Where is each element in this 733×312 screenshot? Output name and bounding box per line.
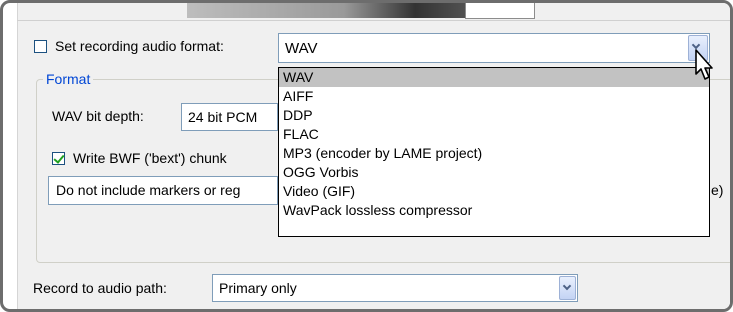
markers-right-fragment: e)	[711, 182, 724, 198]
set-format-checkbox[interactable]	[34, 40, 47, 53]
bwf-checkbox[interactable]	[52, 152, 65, 165]
dropdown-option[interactable]: WAV	[279, 68, 709, 87]
markers-value: Do not include markers or reg	[56, 182, 241, 198]
top-value-box[interactable]	[465, 3, 535, 19]
format-select[interactable]: WAV	[278, 33, 710, 63]
format-dropdown-list[interactable]: WAV AIFF DDP FLAC MP3 (encoder by LAME p…	[278, 67, 710, 237]
bwf-label: Write BWF ('bext') chunk	[73, 150, 227, 166]
dropdown-option[interactable]: DDP	[279, 106, 709, 125]
markers-select[interactable]: Do not include markers or reg	[48, 176, 278, 205]
dropdown-option[interactable]: AIFF	[279, 87, 709, 106]
bit-depth-label: WAV bit depth:	[52, 108, 144, 124]
record-path-label: Record to audio path:	[33, 280, 167, 296]
chevron-down-icon[interactable]	[559, 276, 576, 300]
dropdown-option[interactable]: OGG Vorbis	[279, 163, 709, 182]
format-select-value: WAV	[285, 40, 318, 57]
divider	[17, 20, 730, 21]
format-group-title: Format	[43, 71, 94, 87]
dropdown-option[interactable]: FLAC	[279, 125, 709, 144]
dropdown-option[interactable]: Video (GIF)	[279, 182, 709, 201]
record-path-select[interactable]: Primary only	[212, 274, 578, 302]
dialog-frame: Set recording audio format: WAV Format W…	[0, 0, 733, 312]
set-format-label: Set recording audio format:	[55, 38, 224, 54]
record-path-value: Primary only	[219, 280, 297, 296]
bit-depth-value: 24 bit PCM	[188, 109, 258, 125]
bit-depth-select[interactable]: 24 bit PCM	[181, 103, 278, 131]
dropdown-option[interactable]: WavPack lossless compressor	[279, 201, 709, 220]
dropdown-option[interactable]: MP3 (encoder by LAME project)	[279, 144, 709, 163]
mouse-cursor-icon	[695, 49, 713, 80]
top-slider-strip	[187, 3, 472, 18]
